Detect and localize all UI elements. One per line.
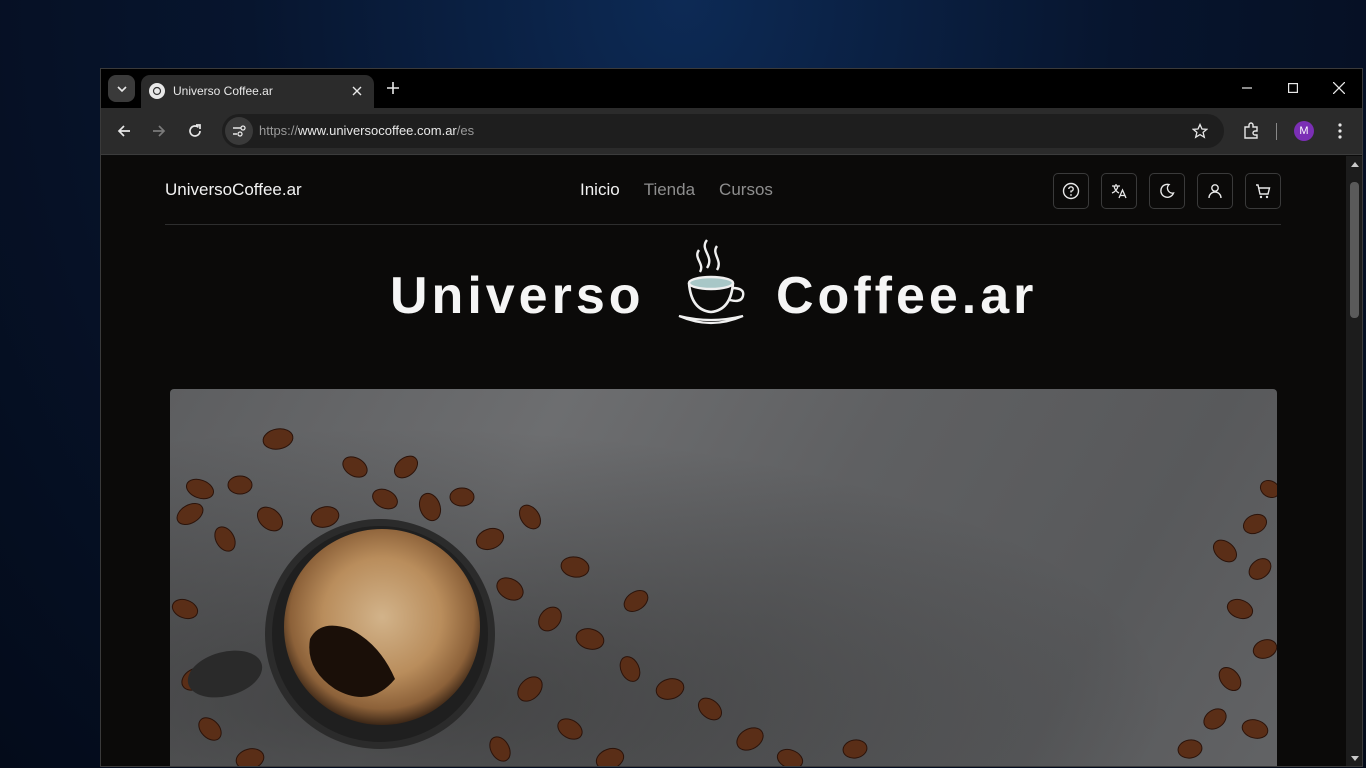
scroll-up-icon[interactable]	[1350, 160, 1359, 168]
scroll-down-icon[interactable]	[1350, 754, 1359, 762]
site-settings-icon[interactable]	[225, 117, 253, 145]
browser-window: Universo Coffee.ar https://www.universoc…	[100, 68, 1363, 767]
close-window-icon[interactable]	[1327, 77, 1351, 99]
browser-toolbar: https://www.universocoffee.com.ar/es M	[101, 108, 1362, 155]
user-icon	[1208, 184, 1222, 199]
nav-inicio[interactable]: Inicio	[580, 180, 620, 200]
site-brand-link[interactable]: UniversoCoffee.ar	[165, 180, 302, 200]
new-tab-icon[interactable]	[383, 78, 403, 98]
theme-toggle-button[interactable]	[1149, 173, 1185, 209]
address-bar[interactable]: https://www.universocoffee.com.ar/es	[222, 114, 1224, 148]
cart-button[interactable]	[1245, 173, 1281, 209]
coffee-cup-icon	[678, 239, 745, 325]
help-button[interactable]	[1053, 173, 1089, 209]
logo-text-right: Coffee.ar	[776, 267, 1038, 325]
coffee-hero-illustration	[170, 389, 1277, 766]
reload-icon[interactable]	[183, 119, 207, 143]
main-nav: Inicio Tienda Cursos	[580, 180, 773, 200]
logo-text-left: Universo	[390, 267, 645, 325]
account-button[interactable]	[1197, 173, 1233, 209]
chevron-down-icon	[116, 85, 127, 92]
tab-title: Universo Coffee.ar	[173, 84, 273, 98]
language-button[interactable]	[1101, 173, 1137, 209]
forward-arrow-icon[interactable]	[147, 119, 171, 143]
scroll-thumb[interactable]	[1350, 182, 1359, 318]
bookmark-star-icon[interactable]	[1188, 119, 1212, 143]
tab-bar: Universo Coffee.ar	[101, 69, 1362, 109]
back-arrow-icon[interactable]	[112, 119, 136, 143]
page-viewport: UniversoCoffee.ar Inicio Tienda Cursos U…	[101, 156, 1346, 766]
cart-icon	[1256, 184, 1271, 199]
moon-icon	[1160, 183, 1175, 198]
maximize-icon[interactable]	[1281, 77, 1305, 99]
header-divider	[165, 224, 1281, 225]
page-scrollbar[interactable]	[1346, 156, 1362, 766]
extensions-puzzle-icon[interactable]	[1239, 119, 1263, 143]
help-icon	[1062, 182, 1080, 200]
profile-avatar[interactable]: M	[1294, 121, 1314, 141]
site-favicon-icon	[149, 83, 165, 99]
nav-cursos[interactable]: Cursos	[719, 180, 773, 200]
toolbar-divider	[1276, 123, 1277, 140]
tab-search-button[interactable]	[108, 75, 135, 102]
translate-icon	[1111, 184, 1127, 199]
minimize-icon[interactable]	[1235, 77, 1259, 99]
url-text: https://www.universocoffee.com.ar/es	[259, 123, 475, 138]
hero-image	[170, 389, 1277, 766]
close-tab-icon[interactable]	[349, 83, 365, 99]
menu-kebab-icon[interactable]	[1328, 119, 1352, 143]
nav-tienda[interactable]: Tienda	[644, 180, 695, 200]
browser-tab[interactable]: Universo Coffee.ar	[141, 75, 374, 109]
